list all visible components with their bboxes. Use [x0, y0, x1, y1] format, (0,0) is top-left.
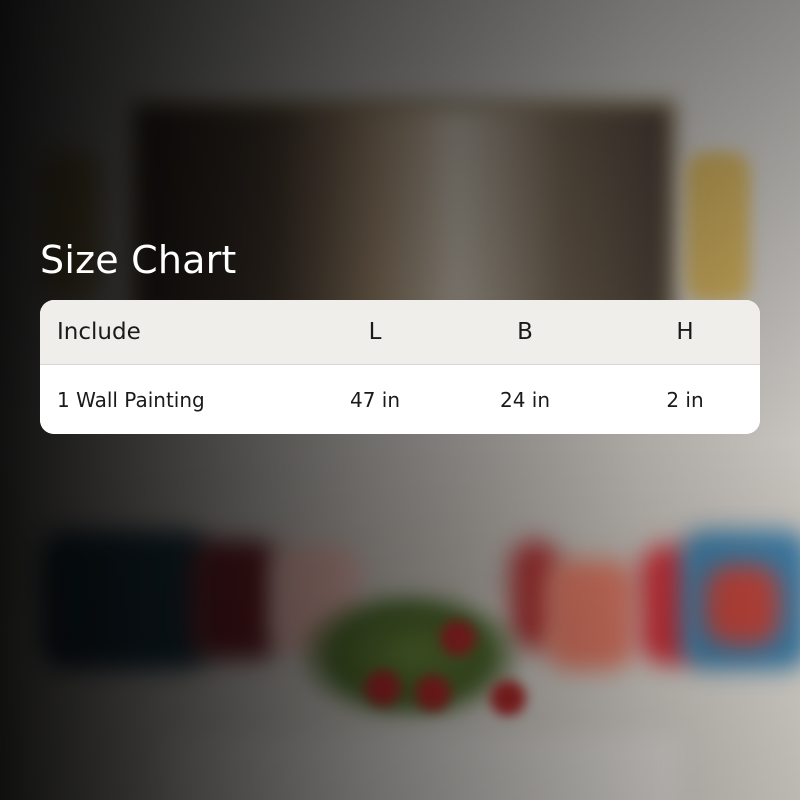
size-table: Include L B H 1 Wall Painting 47 in 24 i…	[40, 300, 760, 434]
column-header-height: H	[676, 319, 694, 345]
table-header-row: Include L B H	[40, 300, 760, 365]
size-chart-banner: Size Chart Include L B H 1 Wall Painting…	[0, 0, 800, 800]
cell-item-name: 1 Wall Painting	[57, 387, 205, 412]
column-header-include: Include	[57, 319, 141, 345]
cell-length: 47 in	[349, 387, 401, 412]
column-header-breadth: B	[517, 319, 533, 345]
cell-height: 2 in	[666, 387, 704, 412]
table-row: 1 Wall Painting 47 in 24 in 2 in	[40, 365, 760, 434]
page-title: Size Chart	[40, 238, 237, 282]
cell-breadth: 24 in	[499, 387, 551, 412]
column-header-length: L	[368, 319, 382, 345]
